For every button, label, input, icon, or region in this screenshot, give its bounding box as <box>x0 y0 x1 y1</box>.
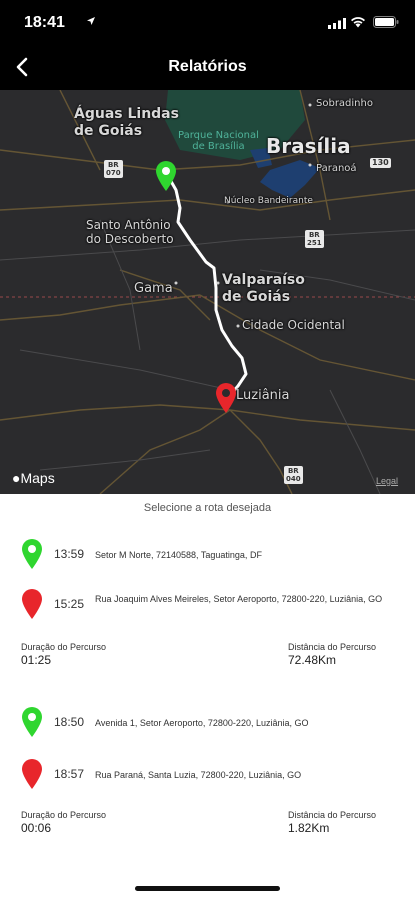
map-label-sobradinho: Sobradinho <box>316 98 373 109</box>
status-bar: 18:41 <box>0 0 415 44</box>
legal-link[interactable]: Legal <box>376 476 398 486</box>
map-label-luziania: Luziânia <box>236 388 290 403</box>
wifi-icon <box>351 17 365 28</box>
route-1-start-time: 13:59 <box>54 547 85 561</box>
highway-shield-br070: BR 070 <box>104 160 123 178</box>
route-map[interactable]: Águas Lindas de Goiás Sobradinho Parque … <box>0 90 415 494</box>
signal-icon <box>328 18 346 29</box>
route-1-duration: 01:25 <box>21 653 52 667</box>
route-1-distance: 72.48Km <box>288 653 337 667</box>
battery-icon <box>373 16 399 28</box>
end-pin-icon <box>22 759 42 789</box>
route-2-end[interactable]: 18:57 Rua Paraná, Santa Luzia, 72800-220… <box>0 758 415 794</box>
route-1-start[interactable]: 13:59 Setor M Norte, 72140588, Taguating… <box>0 538 415 574</box>
status-time: 18:41 <box>24 14 65 31</box>
navigation-bar: Relatórios <box>0 44 415 90</box>
map-label-nucleo: Núcleo Bandeirante <box>224 196 313 206</box>
route-2-end-address: Rua Paraná, Santa Luzia, 72800-220, Luzi… <box>95 770 302 780</box>
route-1-distance-label: Distância do Percurso <box>288 642 377 652</box>
route-2-distance-label: Distância do Percurso <box>288 810 377 820</box>
route-2-duration: 00:06 <box>21 821 52 835</box>
route-2-start[interactable]: 18:50 Avenida 1, Setor Aeroporto, 72800-… <box>0 706 415 742</box>
route-1-start-address: Setor M Norte, 72140588, Taguatinga, DF <box>95 550 262 560</box>
map-label-brasilia: Brasília <box>266 134 351 158</box>
map-label-parque: Parque Nacional de Brasília <box>178 130 259 152</box>
start-pin-icon <box>22 707 42 737</box>
route-2-end-time: 18:57 <box>54 767 85 781</box>
map-label-cidade-ocidental: Cidade Ocidental <box>242 318 345 332</box>
start-pin-icon[interactable] <box>154 160 178 192</box>
route-2-distance: 1.82Km <box>288 821 330 835</box>
map-label-valparaiso: Valparaíso de Goiás <box>222 272 305 305</box>
page-title: Relatórios <box>168 58 247 75</box>
route-1-end-time: 15:25 <box>54 597 85 611</box>
route-1-duration-label: Duração do Percurso <box>21 642 107 652</box>
end-pin-icon[interactable] <box>214 382 238 414</box>
highway-shield-br040: BR 040 <box>284 466 303 484</box>
route-2-start-address: Avenida 1, Setor Aeroporto, 72800-220, L… <box>95 718 309 728</box>
map-label-aguas-lindas: Águas Lindas de Goiás <box>74 106 179 139</box>
map-label-gama: Gama <box>134 281 173 296</box>
start-pin-icon <box>22 539 42 569</box>
home-indicator[interactable] <box>135 886 280 891</box>
maps-logo: ●Maps <box>12 470 55 486</box>
routes-sheet: Selecione a rota desejada 13:59 Setor M … <box>0 494 415 900</box>
maps-logo-text: Maps <box>20 470 55 486</box>
highway-shield-130: 130 <box>370 158 391 168</box>
map-label-paranoa: Paranoá <box>316 163 357 174</box>
route-1-end[interactable]: 15:25 Rua Joaquim Alves Meireles, Setor … <box>0 588 415 624</box>
location-arrow-icon <box>87 17 95 25</box>
route-prompt: Selecione a rota desejada <box>143 502 272 514</box>
map-label-santo-antonio: Santo Antônio do Descoberto <box>86 218 174 246</box>
highway-shield-br251: BR 251 <box>305 230 324 248</box>
route-2-duration-label: Duração do Percurso <box>21 810 107 820</box>
route-1-end-address: Rua Joaquim Alves Meireles, Setor Aeropo… <box>95 594 383 604</box>
end-pin-icon <box>22 589 42 619</box>
route-2-start-time: 18:50 <box>54 715 85 729</box>
